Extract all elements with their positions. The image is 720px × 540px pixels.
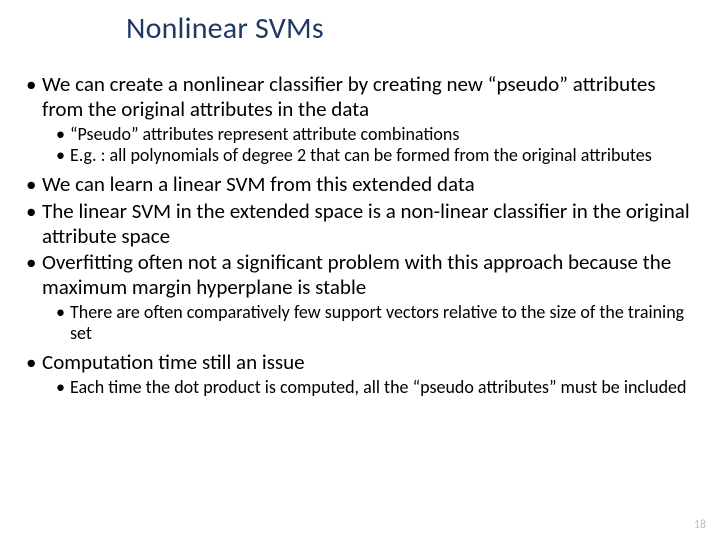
sub-bullet-list: “Pseudo” attributes represent attribute …: [24, 124, 696, 166]
bullet-item: The linear SVM in the extended space is …: [24, 199, 696, 249]
sub-bullet-item: There are often comparatively few suppor…: [54, 302, 696, 344]
sub-bullet-item: Each time the dot product is computed, a…: [54, 377, 696, 398]
sub-bullet-list: Each time the dot product is computed, a…: [24, 377, 696, 398]
bullet-item: Computation time still an issue: [24, 350, 696, 375]
slide: Nonlinear SVMs We can create a nonlinear…: [0, 0, 720, 540]
slide-body: We can create a nonlinear classifier by …: [24, 72, 696, 404]
sub-bullet-item: E.g. : all polynomials of degree 2 that …: [54, 145, 696, 166]
sub-bullet-item: “Pseudo” attributes represent attribute …: [54, 124, 696, 145]
bullet-item: We can learn a linear SVM from this exte…: [24, 172, 696, 197]
bullet-list: We can create a nonlinear classifier by …: [24, 72, 696, 398]
bullet-item: We can create a nonlinear classifier by …: [24, 72, 696, 122]
slide-title: Nonlinear SVMs: [126, 10, 324, 47]
sub-bullet-list: There are often comparatively few suppor…: [24, 302, 696, 344]
bullet-item: Overfitting often not a significant prob…: [24, 250, 696, 300]
page-number: 18: [694, 518, 706, 532]
